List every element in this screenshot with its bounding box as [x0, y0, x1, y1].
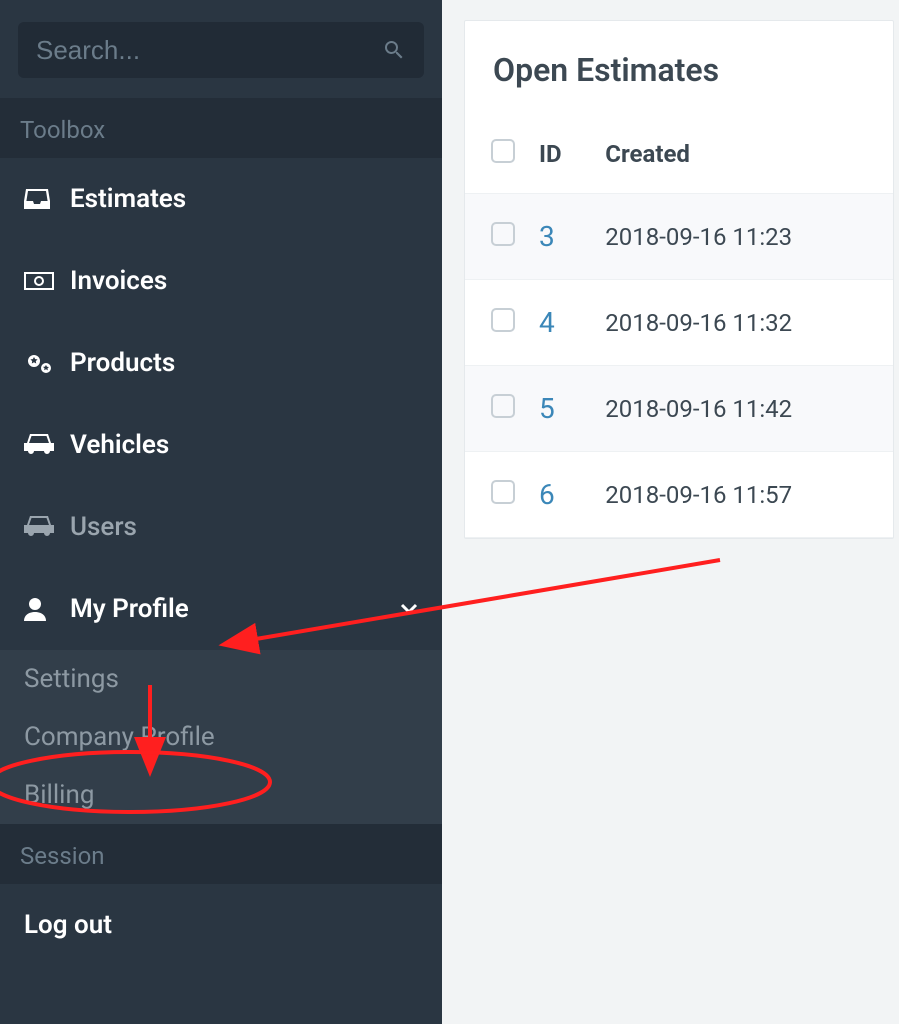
- sidebar-item-vehicles[interactable]: Vehicles: [0, 404, 442, 486]
- created-cell: 2018-09-16 11:32: [593, 280, 893, 366]
- sub-item-billing[interactable]: Billing: [0, 766, 442, 824]
- user-icon: [24, 597, 60, 621]
- gears-icon: [24, 351, 60, 375]
- row-checkbox[interactable]: [491, 308, 515, 332]
- open-estimates-card: Open Estimates ID Created 3 2018-09-16 1…: [464, 20, 894, 539]
- sidebar: Toolbox Estimates Invoices Products Vehi…: [0, 0, 442, 1024]
- car-icon: [24, 516, 60, 538]
- sidebar-item-estimates[interactable]: Estimates: [0, 158, 442, 240]
- created-cell: 2018-09-16 11:23: [593, 194, 893, 280]
- sidebar-item-logout[interactable]: Log out: [0, 884, 442, 966]
- sidebar-item-products[interactable]: Products: [0, 322, 442, 404]
- header-id: ID: [527, 119, 593, 194]
- created-cell: 2018-09-16 11:42: [593, 366, 893, 452]
- table-row: 3 2018-09-16 11:23: [465, 194, 893, 280]
- created-cell: 2018-09-16 11:57: [593, 452, 893, 538]
- estimate-id-link[interactable]: 4: [539, 306, 555, 339]
- table-row: 5 2018-09-16 11:42: [465, 366, 893, 452]
- card-title: Open Estimates: [465, 21, 893, 119]
- select-all-checkbox[interactable]: [491, 139, 515, 163]
- estimates-table: ID Created 3 2018-09-16 11:23 4 2018-09-…: [465, 119, 893, 538]
- sub-item-company-profile[interactable]: Company Profile: [0, 708, 442, 766]
- row-checkbox[interactable]: [491, 480, 515, 504]
- row-checkbox[interactable]: [491, 394, 515, 418]
- sidebar-item-label: My Profile: [70, 594, 189, 624]
- sidebar-item-my-profile[interactable]: My Profile: [0, 568, 442, 650]
- sidebar-item-users[interactable]: Users: [0, 486, 442, 568]
- header-checkbox-cell: [465, 119, 527, 194]
- sidebar-item-label: Products: [70, 348, 175, 378]
- row-checkbox[interactable]: [491, 222, 515, 246]
- header-created: Created: [593, 119, 893, 194]
- sidebar-item-label: Estimates: [70, 184, 186, 214]
- sidebar-item-invoices[interactable]: Invoices: [0, 240, 442, 322]
- estimate-id-link[interactable]: 5: [539, 392, 555, 425]
- section-header-toolbox: Toolbox: [0, 98, 442, 158]
- sidebar-item-label: Log out: [24, 910, 112, 940]
- section-header-session: Session: [0, 824, 442, 884]
- car-icon: [24, 434, 60, 456]
- inbox-icon: [24, 189, 60, 209]
- estimate-id-link[interactable]: 6: [539, 478, 555, 511]
- table-row: 6 2018-09-16 11:57: [465, 452, 893, 538]
- search-icon: [382, 38, 406, 62]
- search-box[interactable]: [18, 22, 424, 78]
- sub-item-settings[interactable]: Settings: [0, 650, 442, 708]
- my-profile-submenu: Settings Company Profile Billing: [0, 650, 442, 824]
- search-container: [0, 0, 442, 98]
- estimate-id-link[interactable]: 3: [539, 220, 555, 253]
- chevron-down-icon: [400, 603, 418, 615]
- table-row: 4 2018-09-16 11:32: [465, 280, 893, 366]
- main-content: Open Estimates ID Created 3 2018-09-16 1…: [442, 0, 899, 539]
- money-icon: [24, 272, 60, 290]
- sidebar-item-label: Users: [70, 512, 137, 542]
- search-input[interactable]: [36, 35, 382, 66]
- sidebar-item-label: Invoices: [70, 266, 167, 296]
- sidebar-item-label: Vehicles: [70, 430, 169, 460]
